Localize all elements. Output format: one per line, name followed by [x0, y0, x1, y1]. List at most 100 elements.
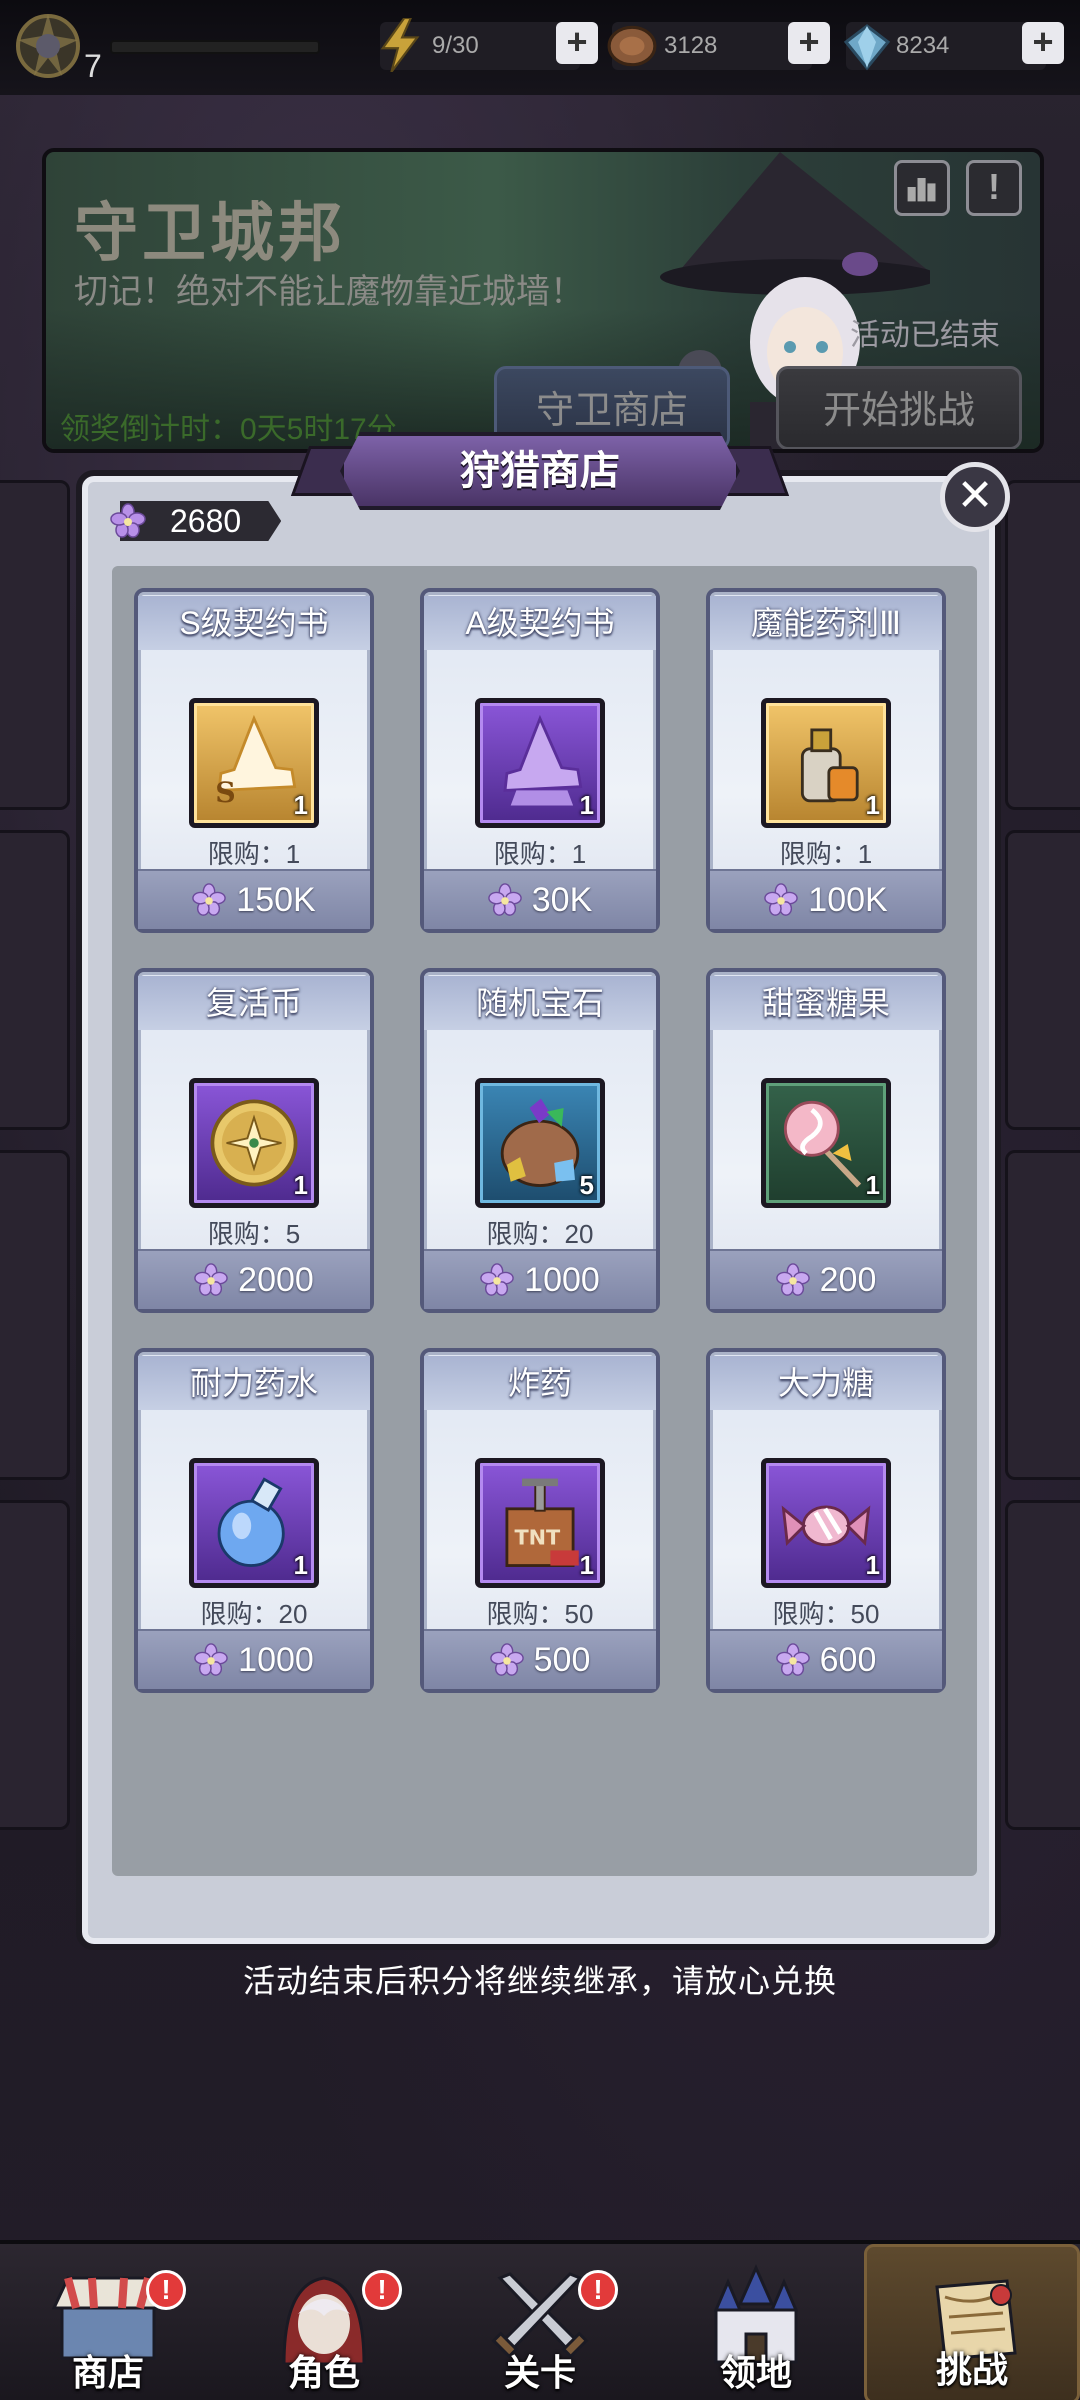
- flower-currency-icon: [775, 1263, 810, 1296]
- event-banner: 守卫城邦 切记！绝对不能让魔物靠近城墙！ 领奖倒计时：0天5时17分 活动已结束…: [42, 148, 1044, 453]
- nav-character[interactable]: ! 角色: [216, 2244, 432, 2400]
- item-icon-frame: TNT 1: [475, 1458, 605, 1588]
- coin-icon: [607, 25, 657, 67]
- svg-text:TNT: TNT: [514, 1526, 561, 1550]
- start-challenge-label: 开始挑战: [822, 390, 975, 432]
- shop-item-card[interactable]: A级契约书 1 限购：1 30K: [420, 588, 660, 933]
- nav-territory-label: 领地: [719, 2352, 792, 2393]
- svg-text:S: S: [215, 775, 235, 809]
- price-button[interactable]: 200: [710, 1249, 942, 1309]
- item-quantity: 1: [865, 1550, 880, 1580]
- background-panel: [0, 480, 70, 810]
- item-name: 炸药: [424, 1356, 656, 1410]
- flower-currency-icon: [764, 883, 799, 916]
- nav-shop[interactable]: ! 商店: [0, 2244, 216, 2400]
- coin-value: 3128: [664, 32, 718, 59]
- item-price: 1000: [238, 1640, 314, 1679]
- item-quantity: 1: [865, 790, 880, 820]
- close-button[interactable]: ✕: [940, 462, 1010, 532]
- price-button[interactable]: 100K: [710, 869, 942, 929]
- shop-item-card[interactable]: 炸药 TNT 1 限购：50 500: [420, 1348, 660, 1693]
- item-price: 150K: [236, 880, 316, 919]
- item-icon-frame: 1: [189, 1458, 319, 1588]
- add-gems-button[interactable]: +: [1022, 22, 1064, 64]
- shop-item-card[interactable]: 复活币 1 限购：5 2000: [134, 968, 374, 1313]
- price-button[interactable]: 1000: [138, 1629, 370, 1689]
- reward-countdown: 领奖倒计时：0天5时17分: [60, 413, 397, 446]
- nav-stages[interactable]: ! 关卡: [432, 2244, 648, 2400]
- price-button[interactable]: 30K: [424, 869, 656, 929]
- top-bar: 7 9/30 + 3128 + 8234 +: [0, 0, 1080, 95]
- shop-item-card[interactable]: S级契约书 S 1 限购：1 150K: [134, 588, 374, 933]
- level-badge[interactable]: [8, 6, 88, 86]
- shop-item-card[interactable]: 甜蜜糖果 1 200: [706, 968, 946, 1313]
- flower-currency-icon: [192, 883, 227, 916]
- guard-shop-label: 守卫商店: [535, 390, 688, 432]
- modal-title: 狩猎商店: [340, 432, 740, 510]
- item-price: 30K: [531, 880, 593, 919]
- price-button[interactable]: 600: [710, 1629, 942, 1689]
- item-icon-frame: 1: [189, 1078, 319, 1208]
- item-quantity: 1: [293, 1550, 308, 1580]
- item-name: 甜蜜糖果: [710, 976, 942, 1030]
- bottom-navigation: ! 商店 ! 角色 ! 关卡 领地 挑战: [0, 2240, 1080, 2400]
- ranking-icon: [907, 178, 936, 202]
- add-coins-button[interactable]: +: [788, 22, 830, 64]
- purchase-limit: 限购：50: [772, 1599, 880, 1629]
- item-icon-frame: S1: [189, 698, 319, 828]
- nav-stages-badge: !: [578, 2270, 618, 2310]
- item-name: 大力糖: [710, 1356, 942, 1410]
- background-panel: [0, 1500, 70, 1830]
- item-icon-frame: 1: [761, 698, 891, 828]
- price-button[interactable]: 500: [424, 1629, 656, 1689]
- item-quantity: 1: [293, 1170, 308, 1200]
- purchase-limit: 限购：1: [779, 839, 873, 869]
- nav-territory[interactable]: 领地: [648, 2244, 864, 2400]
- start-challenge-button[interactable]: 开始挑战: [776, 366, 1022, 449]
- flower-currency-icon: [487, 883, 522, 916]
- event-status: 活动已结束: [850, 319, 1000, 352]
- purchase-limit: 限购：1: [493, 839, 587, 869]
- xp-bar: [110, 40, 320, 54]
- shop-item-card[interactable]: 耐力药水 1 限购：20 1000: [134, 1348, 374, 1693]
- energy-value: 9/30: [432, 32, 479, 59]
- item-quantity: 5: [579, 1170, 594, 1200]
- purchase-limit: 限购：50: [486, 1599, 594, 1629]
- info-button[interactable]: !: [966, 160, 1022, 216]
- shop-item-card[interactable]: 大力糖 1 限购：50 600: [706, 1348, 946, 1693]
- nav-character-label: 角色: [287, 2352, 360, 2393]
- price-button[interactable]: 150K: [138, 869, 370, 929]
- shop-item-card[interactable]: 魔能药剂Ⅲ 1 限购：1 100K: [706, 588, 946, 933]
- background-panel: [1005, 1500, 1080, 1830]
- price-button[interactable]: 1000: [424, 1249, 656, 1309]
- item-price: 2000: [238, 1260, 314, 1299]
- flower-currency-icon: [775, 1643, 810, 1676]
- add-energy-button[interactable]: +: [556, 22, 598, 64]
- item-quantity: 1: [865, 1170, 880, 1200]
- purchase-limit: 限购：20: [486, 1219, 594, 1249]
- item-price: 500: [533, 1640, 591, 1679]
- player-level: 7: [84, 48, 102, 84]
- nav-shop-label: 商店: [71, 2352, 144, 2393]
- diamond-icon: [843, 24, 891, 71]
- nav-stages-label: 关卡: [503, 2352, 576, 2393]
- flower-currency-icon: [489, 1643, 524, 1676]
- ranking-button[interactable]: [894, 160, 950, 216]
- exclamation-icon: !: [988, 166, 1000, 207]
- item-price: 1000: [524, 1260, 600, 1299]
- nav-character-badge: !: [362, 2270, 402, 2310]
- price-button[interactable]: 2000: [138, 1249, 370, 1309]
- lightning-icon: [380, 18, 420, 72]
- background-panel: [1005, 1150, 1080, 1480]
- item-name: S级契约书: [138, 596, 370, 650]
- item-icon-frame: 1: [761, 1078, 891, 1208]
- background-panel: [1005, 480, 1080, 810]
- item-icon-frame: 1: [475, 698, 605, 828]
- shop-item-card[interactable]: 随机宝石 5 限购：20 1000: [420, 968, 660, 1313]
- item-price: 200: [819, 1260, 877, 1299]
- points-balance: 2680: [110, 500, 282, 542]
- nav-challenge[interactable]: 挑战: [864, 2244, 1080, 2400]
- item-name: 耐力药水: [138, 1356, 370, 1410]
- item-name: A级契约书: [424, 596, 656, 650]
- carryover-notice: 活动结束后积分将继续继承，请放心兑换: [242, 1963, 837, 1999]
